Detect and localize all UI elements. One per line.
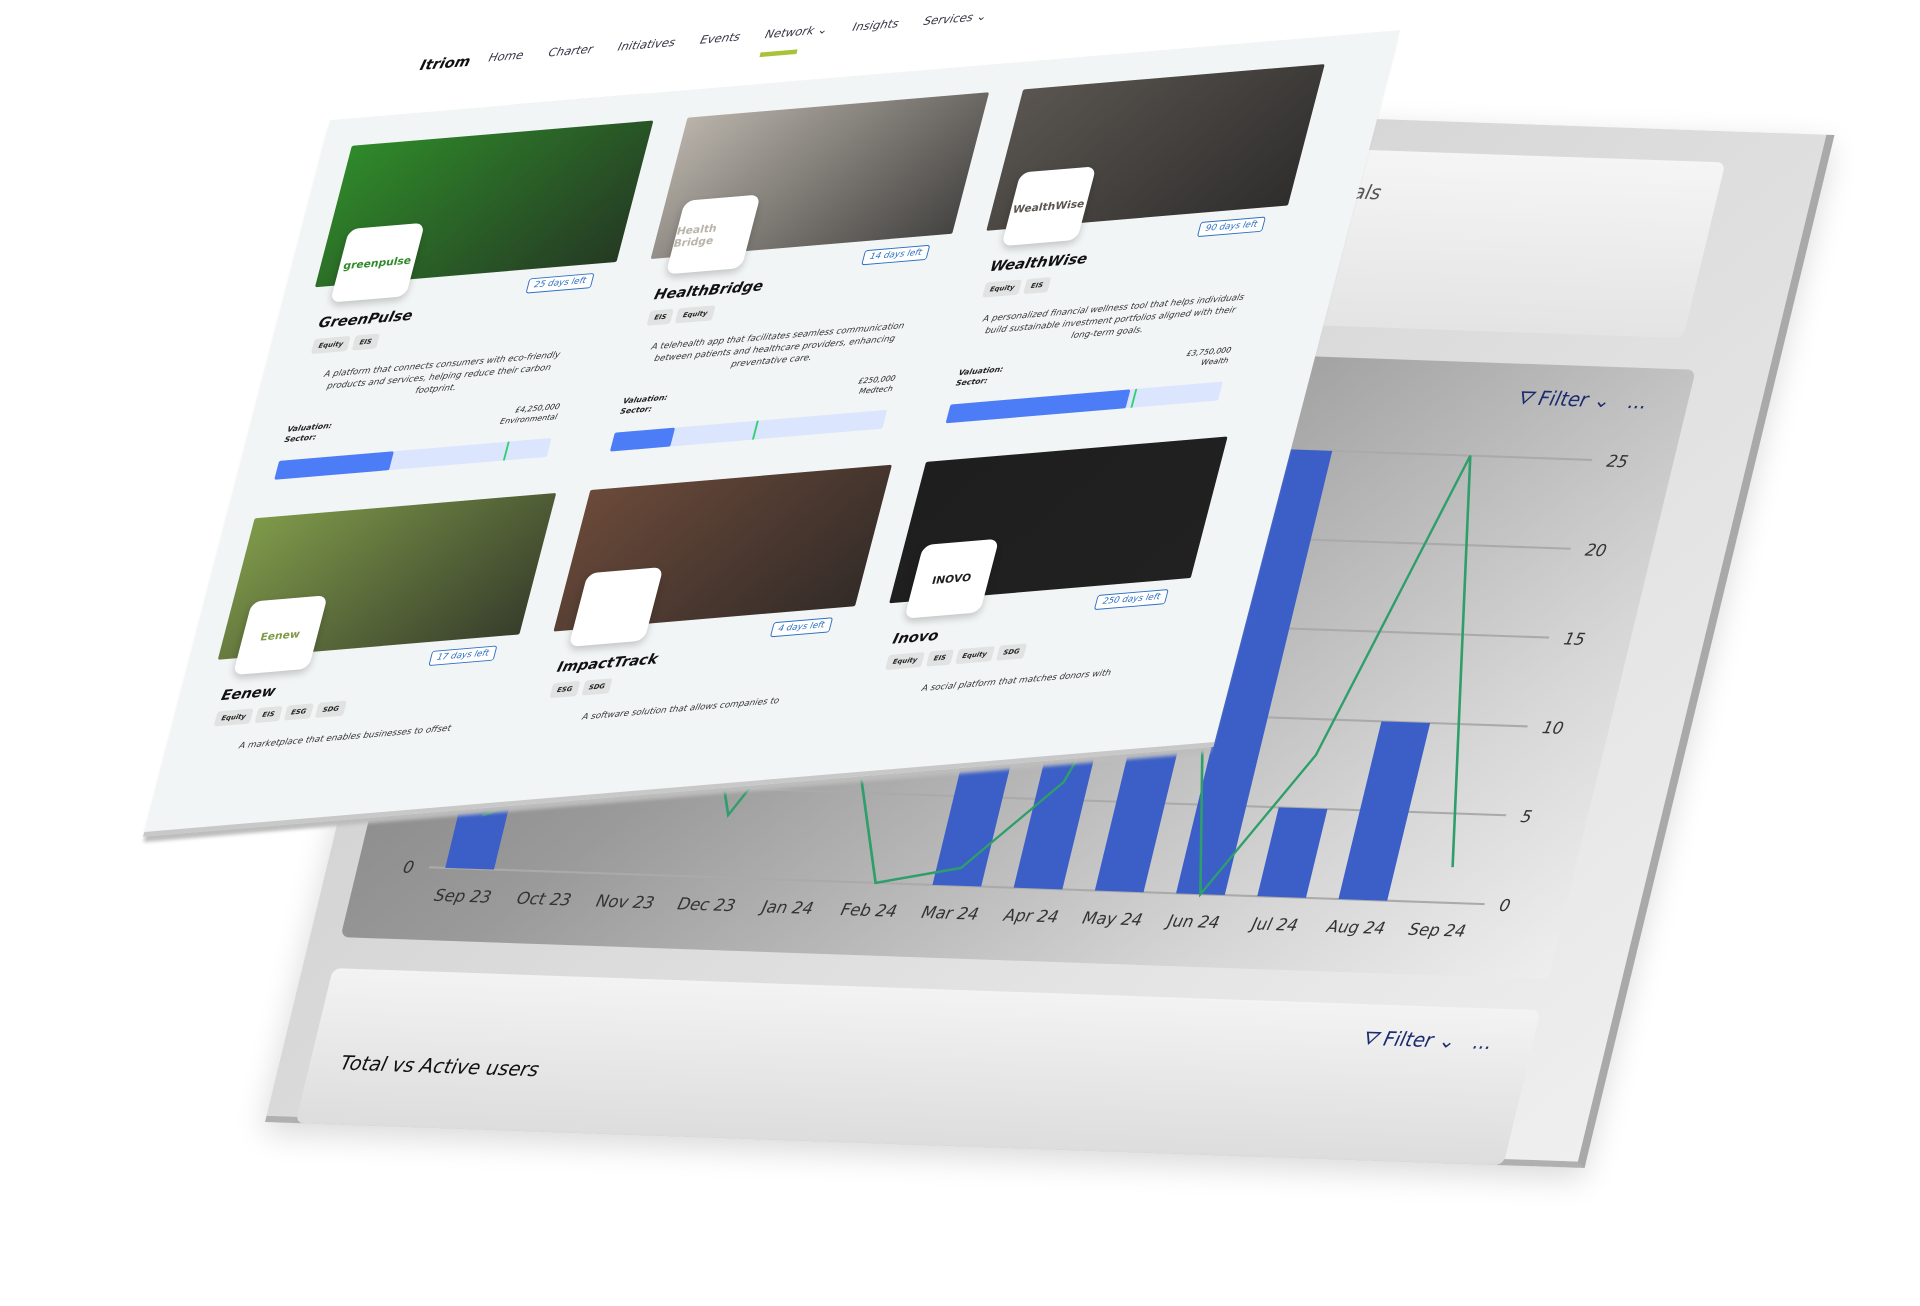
bar-aug-24	[1338, 721, 1431, 901]
sector-label: Sector:	[619, 404, 653, 416]
x-tick-label: Aug 24	[1324, 917, 1387, 938]
deal-description: A personalized financial wellness tool t…	[981, 293, 1246, 341]
x-tick-label: Dec 23	[676, 894, 738, 915]
logo[interactable]: Itriom	[418, 53, 472, 74]
x-tick-label: Mar 24	[920, 903, 981, 924]
more-button[interactable]: ...	[1471, 1031, 1495, 1054]
right-tick-label: 25	[1605, 452, 1630, 472]
deal-description: A platform that connects consumers with …	[322, 350, 562, 397]
sector-label: Sector:	[954, 376, 989, 388]
tag: EIS	[351, 333, 380, 351]
nav-item-insights[interactable]: Insights	[851, 17, 900, 34]
right-tick-label: 0	[1497, 896, 1512, 915]
sector-value: Medtech	[858, 384, 894, 396]
sector-label: Sector:	[283, 432, 318, 444]
tag: Equity	[675, 305, 716, 324]
nav-item-charter[interactable]: Charter	[547, 42, 595, 59]
left-tick-label: 0	[401, 858, 416, 877]
x-tick-label: Sep 23	[432, 886, 493, 907]
right-tick-label: 15	[1562, 629, 1587, 649]
target-marker	[751, 420, 759, 440]
deal-card[interactable]: WealthWise 90 days left WealthWise Equit…	[936, 64, 1325, 424]
tag: Equity	[885, 651, 926, 671]
x-tick-label: Sep 24	[1407, 920, 1468, 941]
days-left-badge: 14 days left	[861, 244, 931, 266]
x-tick-label: Apr 24	[1001, 906, 1060, 927]
x-tick-label: Feb 24	[839, 900, 899, 921]
funding-progress-bar	[945, 381, 1223, 424]
x-tick-label: Nov 23	[594, 892, 656, 913]
funnel-icon: ⛛	[1358, 1026, 1381, 1051]
tag: Equity	[310, 335, 351, 355]
deal-description: A telehealth app that facilitates seamle…	[650, 321, 906, 370]
tag: EIS	[254, 705, 283, 724]
right-tick-label: 10	[1540, 718, 1565, 738]
progress-fill	[274, 451, 394, 480]
tag: SDG	[995, 643, 1028, 661]
tag: Equity	[982, 279, 1023, 298]
tag: EIS	[1023, 277, 1051, 295]
tag: EIS	[646, 308, 675, 326]
funding-progress-bar	[274, 438, 552, 480]
nav-item-events[interactable]: Events	[699, 30, 742, 47]
nav-item-initiatives[interactable]: Initiatives	[616, 35, 677, 53]
x-tick-label: Jul 24	[1247, 914, 1300, 935]
tag: ESG	[283, 703, 315, 721]
progress-fill	[945, 389, 1131, 424]
days-left-badge: 4 days left	[769, 617, 834, 638]
x-tick-label: Oct 23	[515, 889, 573, 910]
deal-card[interactable]: Eenew 17 days left Eenew Equity EIS ESG SDG…	[192, 492, 557, 757]
deal-card[interactable]: Health Bridge 14 days left HealthBridge …	[600, 92, 990, 452]
right-tick-label: 5	[1519, 807, 1534, 826]
x-tick-label: May 24	[1081, 908, 1145, 929]
target-marker	[1130, 388, 1138, 408]
tag: EIS	[925, 649, 954, 667]
deal-description: A software solution that allows companie…	[580, 696, 781, 723]
target-marker	[503, 441, 510, 461]
days-left-badge: 17 days left	[428, 645, 498, 667]
tag: Equity	[954, 646, 995, 665]
users-title: Total vs Active users	[337, 1051, 542, 1082]
nav-item-network[interactable]: Network ⌄	[764, 23, 830, 41]
bar-jul-24	[1257, 807, 1328, 898]
users-card: ⛛ Filter ⌄... Total vs Active users	[295, 968, 1541, 1166]
deal-description: A marketplace that enables businesses to…	[237, 724, 452, 752]
x-tick-label: Jun 24	[1163, 911, 1222, 932]
deals-panel: Itriom Home Charter Initiatives Events Netwo…	[143, 0, 1605, 837]
deal-card[interactable]: 4 days left ImpactTrack ESG SDG A softwar…	[528, 464, 892, 729]
tag: SDG	[314, 700, 347, 719]
nav-item-services[interactable]: Services ⌄	[922, 9, 988, 27]
sector-value: Wealth	[1199, 356, 1230, 367]
x-tick-label: Jan 24	[757, 897, 815, 918]
filter-button[interactable]: ⛛ Filter ⌄	[1359, 1027, 1458, 1053]
deal-description: A social platform that matches donors wi…	[920, 668, 1113, 694]
tag: ESG	[549, 680, 581, 699]
tag: SDG	[581, 678, 613, 696]
days-left-badge: 25 days left	[525, 272, 595, 294]
funding-progress-bar	[609, 409, 888, 452]
deal-card[interactable]: INOVO 250 days left Inovo Equity EIS Equit…	[864, 436, 1228, 701]
progress-fill	[609, 427, 675, 452]
days-left-badge: 250 days left	[1093, 589, 1169, 611]
deal-card[interactable]: greenpulse 25 days left GreenPulse Equit…	[264, 120, 654, 480]
nav-item-home[interactable]: Home	[487, 48, 525, 64]
tag: Equity	[213, 708, 254, 727]
days-left-badge: 90 days left	[1196, 216, 1266, 238]
right-tick-label: 20	[1583, 541, 1608, 561]
